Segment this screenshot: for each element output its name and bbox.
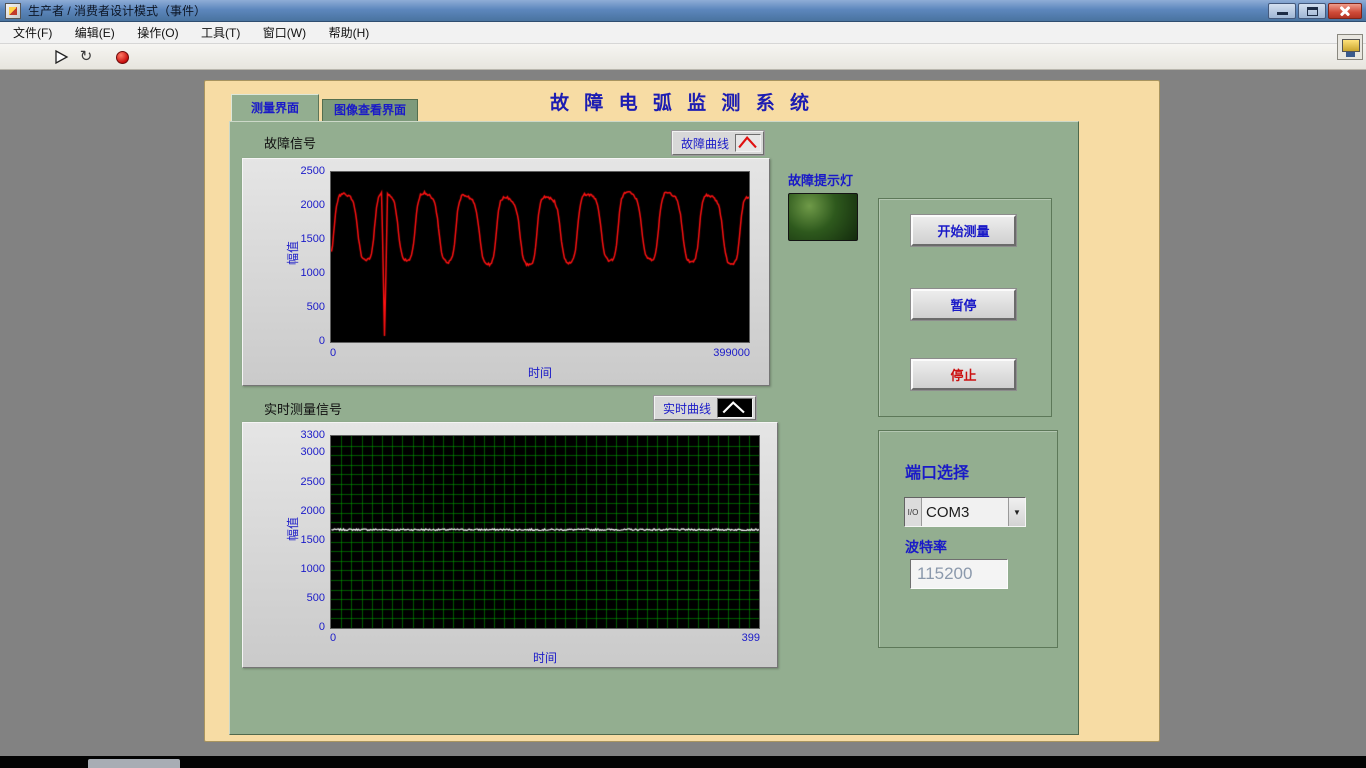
- y-tick-label: 1500: [301, 233, 325, 245]
- y-tick-label: 1500: [301, 534, 325, 546]
- y-tick-label: 1000: [301, 563, 325, 575]
- fault-chart-x-min: 0: [330, 347, 336, 359]
- fault-signal-label: 故障信号: [264, 133, 316, 152]
- menu-item-file[interactable]: 文件(F): [4, 22, 61, 44]
- realtime-chart-widget: 幅值 3300300025002000150010005000 0 399 时间: [242, 422, 778, 668]
- close-button[interactable]: [1328, 3, 1362, 19]
- run-button[interactable]: [52, 47, 72, 67]
- port-groupbox: 端口选择 I/O COM3 ▼ 波特率 115200: [878, 430, 1058, 648]
- baud-rate-value: 115200: [910, 559, 1008, 589]
- y-tick-label: 2000: [301, 505, 325, 517]
- realtime-legend-label: 实时曲线: [657, 400, 717, 417]
- fault-indicator-led: [788, 193, 858, 241]
- y-tick-label: 500: [307, 301, 325, 313]
- front-panel-background: 故 障 电 弧 监 测 系 统 测量界面 图像查看界面 故障信号 故障曲线 幅值…: [0, 70, 1366, 756]
- port-select-label: 端口选择: [905, 459, 969, 483]
- port-combo-value: COM3: [922, 498, 1008, 526]
- y-tick-label: 0: [319, 621, 325, 633]
- y-tick-label: 3300: [301, 429, 325, 441]
- minimize-icon: [1277, 12, 1288, 15]
- realtime-legend-line-icon: [717, 398, 753, 418]
- y-tick-label: 2500: [301, 165, 325, 177]
- fault-chart-yticks: 25002000150010005000: [281, 171, 327, 341]
- taskbar-strip: [0, 756, 1366, 768]
- tab-image-view[interactable]: 图像查看界面: [322, 99, 418, 121]
- y-tick-label: 2500: [301, 476, 325, 488]
- menu-item-edit[interactable]: 编辑(E): [66, 22, 124, 44]
- fault-led-label: 故障提示灯: [788, 170, 853, 189]
- menu-item-operate[interactable]: 操作(O): [128, 22, 187, 44]
- menubar: 文件(F) 编辑(E) 操作(O) 工具(T) 窗口(W) 帮助(H): [0, 22, 1366, 44]
- y-tick-label: 1000: [301, 267, 325, 279]
- minimize-button[interactable]: [1268, 3, 1296, 19]
- fault-chart-x-max: 399000: [713, 347, 750, 359]
- fault-chart-widget: 幅值 25002000150010005000 0 399000 时间: [242, 158, 770, 386]
- toolbar: ↻: [0, 44, 1366, 70]
- realtime-chart-xticks: 0 399: [330, 632, 760, 644]
- run-continuous-button[interactable]: ↻: [76, 47, 96, 67]
- visa-io-icon: I/O: [905, 498, 922, 526]
- stop-button[interactable]: 停止: [911, 359, 1016, 390]
- main-decoration-panel: 故 障 电 弧 监 测 系 统 测量界面 图像查看界面 故障信号 故障曲线 幅值…: [204, 80, 1160, 742]
- tab-page-panel: 故障信号 故障曲线 幅值 25002000150010005000 0 3990…: [229, 121, 1079, 735]
- start-measure-button[interactable]: 开始测量: [911, 215, 1016, 246]
- window-title: 生产者 / 消费者设计模式（事件）: [28, 0, 206, 22]
- realtime-chart-x-max: 399: [742, 632, 760, 644]
- taskbar-item[interactable]: [88, 759, 180, 768]
- y-tick-label: 3000: [301, 446, 325, 458]
- y-tick-label: 500: [307, 592, 325, 604]
- port-combo[interactable]: I/O COM3 ▼: [904, 497, 1026, 527]
- chevron-down-icon: ▼: [1013, 508, 1021, 517]
- menu-item-window[interactable]: 窗口(W): [254, 22, 315, 44]
- realtime-chart-x-min: 0: [330, 632, 336, 644]
- window-controls: [1268, 3, 1362, 19]
- menu-item-tools[interactable]: 工具(T): [192, 22, 249, 44]
- realtime-signal-label: 实时测量信号: [264, 399, 342, 418]
- realtime-chart-x-axis-label: 时间: [330, 649, 760, 666]
- menu-item-help[interactable]: 帮助(H): [320, 22, 379, 44]
- realtime-chart-yticks: 3300300025002000150010005000: [281, 435, 327, 627]
- fault-plot-legend[interactable]: 故障曲线: [672, 131, 764, 155]
- fault-chart-canvas: [330, 171, 750, 343]
- control-buttons-groupbox: 开始测量 暂停 停止: [878, 198, 1052, 417]
- maximize-icon: [1307, 7, 1318, 16]
- screen: 生产者 / 消费者设计模式（事件） 文件(F) 编辑(E) 操作(O) 工具(T…: [0, 0, 1366, 768]
- run-continuous-icon: ↻: [80, 47, 93, 67]
- pause-button[interactable]: 暂停: [911, 289, 1016, 320]
- tab-measurement[interactable]: 测量界面: [231, 94, 319, 121]
- fault-chart-xticks: 0 399000: [330, 347, 750, 359]
- abort-icon: [116, 51, 129, 64]
- combo-dropdown-button[interactable]: ▼: [1008, 498, 1025, 526]
- fault-chart-x-axis-label: 时间: [330, 364, 750, 381]
- close-icon: [1329, 4, 1361, 18]
- fault-legend-label: 故障曲线: [675, 135, 735, 152]
- run-icon: [53, 48, 71, 66]
- maximize-button[interactable]: [1298, 3, 1326, 19]
- titlebar: 生产者 / 消费者设计模式（事件）: [0, 0, 1366, 22]
- labview-app-icon: [5, 3, 21, 19]
- baud-rate-label: 波特率: [905, 537, 947, 557]
- labview-panel-corner-icon: [1337, 34, 1363, 60]
- realtime-chart-canvas: [330, 435, 760, 629]
- realtime-plot-legend[interactable]: 实时曲线: [654, 396, 756, 420]
- fault-legend-line-icon: [735, 134, 761, 152]
- y-tick-label: 2000: [301, 199, 325, 211]
- tab-bar: 测量界面 图像查看界面: [231, 94, 418, 121]
- abort-button[interactable]: [112, 47, 132, 67]
- y-tick-label: 0: [319, 335, 325, 347]
